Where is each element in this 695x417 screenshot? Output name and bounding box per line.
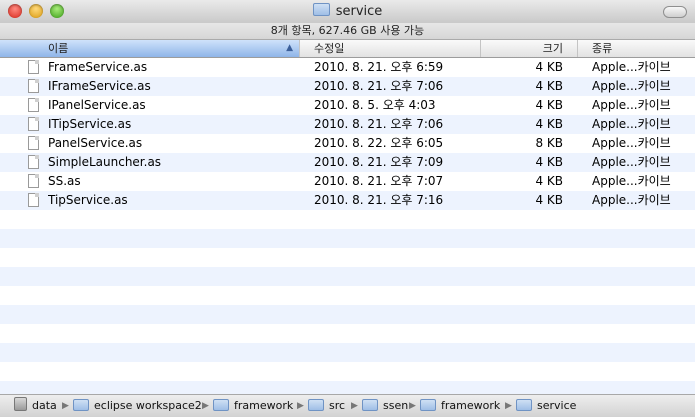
path-item-label: ssen bbox=[383, 399, 409, 412]
empty-row bbox=[0, 286, 695, 305]
file-name: SS.as bbox=[48, 174, 81, 188]
file-kind: Apple...카이브 bbox=[592, 174, 671, 188]
path-item[interactable]: eclipse workspace2 bbox=[73, 395, 202, 417]
document-icon bbox=[28, 155, 39, 169]
file-row[interactable]: FrameService.as 2010. 8. 21. 오후 6:59 4 KB A… bbox=[0, 58, 695, 77]
window-title: service bbox=[0, 3, 695, 19]
file-size: 4 KB bbox=[535, 79, 563, 93]
file-name: IFrameService.as bbox=[48, 79, 151, 93]
file-date: 2010. 8. 21. 오후 6:59 bbox=[314, 60, 444, 74]
column-header: 이름 ▲ 수정일 크기 종류 bbox=[0, 40, 695, 58]
file-kind: Apple...카이브 bbox=[592, 117, 671, 131]
column-header-name-label: 이름 bbox=[48, 42, 69, 55]
file-kind: Apple...카이브 bbox=[592, 136, 671, 150]
document-icon bbox=[28, 98, 39, 112]
path-item[interactable]: service bbox=[516, 395, 576, 417]
status-bar: 8개 항목, 627.46 GB 사용 가능 bbox=[0, 23, 695, 40]
path-separator-icon: ▶ bbox=[505, 401, 512, 411]
file-name: SimpleLauncher.as bbox=[48, 155, 162, 169]
path-item-label: framework bbox=[234, 399, 294, 412]
empty-row bbox=[0, 362, 695, 381]
empty-row bbox=[0, 324, 695, 343]
file-name: IPanelService.as bbox=[48, 98, 146, 112]
file-size: 4 KB bbox=[535, 117, 563, 131]
sort-ascending-icon: ▲ bbox=[286, 43, 293, 53]
file-size: 4 KB bbox=[535, 174, 563, 188]
file-list[interactable]: FrameService.as 2010. 8. 21. 오후 6:59 4 KB A… bbox=[0, 58, 695, 400]
column-header-kind[interactable]: 종류 bbox=[578, 40, 695, 57]
path-separator-icon: ▶ bbox=[351, 401, 358, 411]
title-bar: service bbox=[0, 0, 695, 24]
file-date: 2010. 8. 22. 오후 6:05 bbox=[314, 136, 444, 150]
file-name: FrameService.as bbox=[48, 60, 148, 74]
file-row[interactable]: SimpleLauncher.as 2010. 8. 21. 오후 7:09 4 K… bbox=[0, 153, 695, 172]
empty-row bbox=[0, 305, 695, 324]
empty-row bbox=[0, 229, 695, 248]
path-separator-icon: ▶ bbox=[409, 401, 416, 411]
path-item[interactable]: framework bbox=[420, 395, 500, 417]
path-item-label: data bbox=[32, 399, 57, 412]
column-header-name[interactable]: 이름 ▲ bbox=[0, 40, 300, 57]
document-icon bbox=[28, 193, 39, 207]
path-item-label: service bbox=[537, 399, 577, 412]
file-date: 2010. 8. 21. 오후 7:16 bbox=[314, 193, 444, 207]
file-name: PanelService.as bbox=[48, 136, 143, 150]
empty-row bbox=[0, 248, 695, 267]
file-kind: Apple...카이브 bbox=[592, 79, 671, 93]
file-kind: Apple...카이브 bbox=[592, 60, 671, 74]
file-kind: Apple...카이브 bbox=[592, 193, 671, 207]
file-date: 2010. 8. 5. 오후 4:03 bbox=[314, 98, 436, 112]
file-size: 4 KB bbox=[535, 98, 563, 112]
folder-icon bbox=[213, 399, 229, 411]
folder-icon bbox=[308, 399, 324, 411]
file-kind: Apple...카이브 bbox=[592, 98, 671, 112]
file-date: 2010. 8. 21. 오후 7:09 bbox=[314, 155, 444, 169]
path-separator-icon: ▶ bbox=[62, 401, 69, 411]
document-icon bbox=[28, 117, 39, 131]
path-item-label: framework bbox=[441, 399, 501, 412]
file-kind: Apple...카이브 bbox=[592, 155, 671, 169]
file-row[interactable]: TipService.as 2010. 8. 21. 오후 7:16 4 KB App… bbox=[0, 191, 695, 210]
document-icon bbox=[28, 79, 39, 93]
path-item[interactable]: src bbox=[308, 395, 345, 417]
path-item[interactable]: data bbox=[14, 395, 57, 417]
file-size: 8 KB bbox=[535, 136, 563, 150]
path-bar: data ▶ eclipse workspace2 ▶ framework ▶ src ▶ ss… bbox=[0, 394, 695, 417]
file-date: 2010. 8. 21. 오후 7:06 bbox=[314, 117, 444, 131]
folder-icon bbox=[516, 399, 532, 411]
folder-icon bbox=[73, 399, 89, 411]
folder-icon bbox=[312, 3, 330, 16]
path-item-label: src bbox=[329, 399, 346, 412]
file-row[interactable]: ITipService.as 2010. 8. 21. 오후 7:06 4 KB Ap… bbox=[0, 115, 695, 134]
folder-icon bbox=[362, 399, 378, 411]
file-date: 2010. 8. 21. 오후 7:07 bbox=[314, 174, 444, 188]
file-row[interactable]: IPanelService.as 2010. 8. 5. 오후 4:03 4 KB A… bbox=[0, 96, 695, 115]
toolbar-toggle-button[interactable] bbox=[663, 6, 687, 18]
disk-icon bbox=[14, 397, 27, 411]
path-item[interactable]: framework bbox=[213, 395, 293, 417]
empty-row bbox=[0, 267, 695, 286]
file-size: 4 KB bbox=[535, 155, 563, 169]
path-separator-icon: ▶ bbox=[297, 401, 304, 411]
column-header-date[interactable]: 수정일 bbox=[300, 40, 481, 57]
document-icon bbox=[28, 60, 39, 74]
file-row[interactable]: IFrameService.as 2010. 8. 21. 오후 7:06 4 KB… bbox=[0, 77, 695, 96]
window-title-text: service bbox=[335, 4, 383, 19]
path-item-label: eclipse workspace2 bbox=[94, 399, 202, 412]
empty-row bbox=[0, 210, 695, 229]
document-icon bbox=[28, 174, 39, 188]
column-header-size[interactable]: 크기 bbox=[481, 40, 578, 57]
file-date: 2010. 8. 21. 오후 7:06 bbox=[314, 79, 444, 93]
folder-icon bbox=[420, 399, 436, 411]
path-separator-icon: ▶ bbox=[202, 401, 209, 411]
file-size: 4 KB bbox=[535, 193, 563, 207]
empty-row bbox=[0, 343, 695, 362]
file-name: ITipService.as bbox=[48, 117, 132, 131]
file-row[interactable]: SS.as 2010. 8. 21. 오후 7:07 4 KB Apple...카이브 bbox=[0, 172, 695, 191]
document-icon bbox=[28, 136, 39, 150]
file-name: TipService.as bbox=[48, 193, 128, 207]
file-row[interactable]: PanelService.as 2010. 8. 22. 오후 6:05 8 KB A… bbox=[0, 134, 695, 153]
path-item[interactable]: ssen bbox=[362, 395, 408, 417]
file-size: 4 KB bbox=[535, 60, 563, 74]
